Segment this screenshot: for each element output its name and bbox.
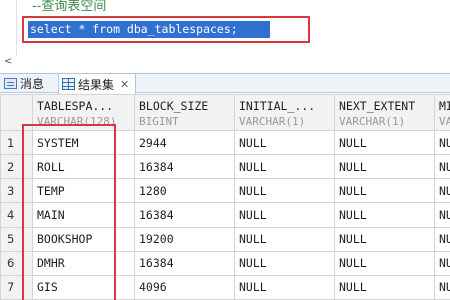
table-cell[interactable]: NU: [434, 250, 450, 276]
column-header-next-extent[interactable]: NEXT_EXTENT VARCHAR(1): [334, 94, 435, 131]
grid-icon: [62, 78, 75, 90]
table-cell[interactable]: NULL: [234, 250, 335, 276]
editor-gutter: [16, 0, 17, 56]
row-number[interactable]: 2: [0, 154, 33, 180]
result-tab-bar: 消息 结果集 ✕: [0, 73, 450, 94]
table-cell[interactable]: NULL: [234, 274, 335, 300]
row-number[interactable]: 1: [0, 129, 33, 156]
row-number[interactable]: 4: [0, 202, 33, 228]
tab-result-set-label: 结果集: [78, 77, 115, 92]
table-row[interactable]: 5BOOKSHOP19200NULLNULLNU: [0, 226, 450, 252]
table-cell[interactable]: NULL: [234, 154, 335, 180]
table-cell[interactable]: NULL: [334, 178, 435, 204]
table-cell[interactable]: ROLL: [32, 154, 135, 180]
sql-highlight-box: [22, 16, 310, 43]
table-cell[interactable]: 19200: [134, 226, 235, 252]
table-cell[interactable]: NU: [434, 226, 450, 252]
column-header-tablespace[interactable]: TABLESPA... VARCHAR(128): [32, 94, 135, 131]
message-icon: [4, 78, 17, 89]
column-header-block-size[interactable]: BLOCK_SIZE BIGINT: [134, 94, 235, 131]
table-cell[interactable]: 1280: [134, 178, 235, 204]
table-row[interactable]: 2ROLL16384NULLNULLNU: [0, 154, 450, 180]
table-cell[interactable]: SYSTEM: [32, 129, 135, 156]
table-cell[interactable]: NU: [434, 129, 450, 156]
row-number[interactable]: 3: [0, 178, 33, 204]
table-row[interactable]: 4MAIN16384NULLNULLNU: [0, 202, 450, 228]
table-cell[interactable]: NULL: [334, 202, 435, 228]
table-cell[interactable]: BOOKSHOP: [32, 226, 135, 252]
table-cell[interactable]: NULL: [234, 129, 335, 156]
table-cell[interactable]: TEMP: [32, 178, 135, 204]
sql-comment: --查询表空间: [32, 0, 107, 14]
scroll-left-arrow[interactable]: <: [4, 56, 12, 67]
row-number[interactable]: 6: [0, 250, 33, 276]
column-header-min[interactable]: MI VA: [434, 94, 450, 131]
table-cell[interactable]: NULL: [234, 226, 335, 252]
result-grid: TABLESPA... VARCHAR(128) BLOCK_SIZE BIGI…: [0, 94, 450, 300]
table-cell[interactable]: 16384: [134, 202, 235, 228]
table-cell[interactable]: NU: [434, 178, 450, 204]
table-cell[interactable]: NULL: [334, 129, 435, 156]
table-cell[interactable]: NU: [434, 274, 450, 300]
table-cell[interactable]: NULL: [334, 154, 435, 180]
grid-header-row: TABLESPA... VARCHAR(128) BLOCK_SIZE BIGI…: [0, 94, 450, 131]
table-cell[interactable]: NULL: [334, 250, 435, 276]
sql-editor[interactable]: --查询表空间 select * from dba_tablespaces; <: [0, 0, 450, 67]
column-header-initial[interactable]: INITIAL_... VARCHAR(1): [234, 94, 335, 131]
table-cell[interactable]: MAIN: [32, 202, 135, 228]
table-row[interactable]: 1SYSTEM2944NULLNULLNU: [0, 129, 450, 156]
table-cell[interactable]: 4096: [134, 274, 235, 300]
table-row[interactable]: 6DMHR16384NULLNULLNU: [0, 250, 450, 276]
table-cell[interactable]: NULL: [334, 274, 435, 300]
table-cell[interactable]: 16384: [134, 250, 235, 276]
table-cell[interactable]: 16384: [134, 154, 235, 180]
close-icon[interactable]: ✕: [120, 78, 129, 91]
table-cell[interactable]: GIS: [32, 274, 135, 300]
row-number[interactable]: 5: [0, 226, 33, 252]
row-number[interactable]: 7: [0, 274, 33, 300]
table-cell[interactable]: NU: [434, 202, 450, 228]
tab-messages-label: 消息: [20, 77, 45, 91]
tab-result-set[interactable]: 结果集 ✕: [58, 74, 137, 94]
tab-messages[interactable]: 消息: [4, 74, 44, 93]
table-cell[interactable]: NULL: [234, 178, 335, 204]
table-cell[interactable]: NULL: [234, 202, 335, 228]
table-row[interactable]: 3TEMP1280NULLNULLNU: [0, 178, 450, 204]
table-cell[interactable]: NU: [434, 154, 450, 180]
table-cell[interactable]: NULL: [334, 226, 435, 252]
table-row[interactable]: 7GIS4096NULLNULLNU: [0, 274, 450, 300]
grid-corner[interactable]: [0, 94, 33, 131]
table-cell[interactable]: 2944: [134, 129, 235, 156]
table-cell[interactable]: DMHR: [32, 250, 135, 276]
